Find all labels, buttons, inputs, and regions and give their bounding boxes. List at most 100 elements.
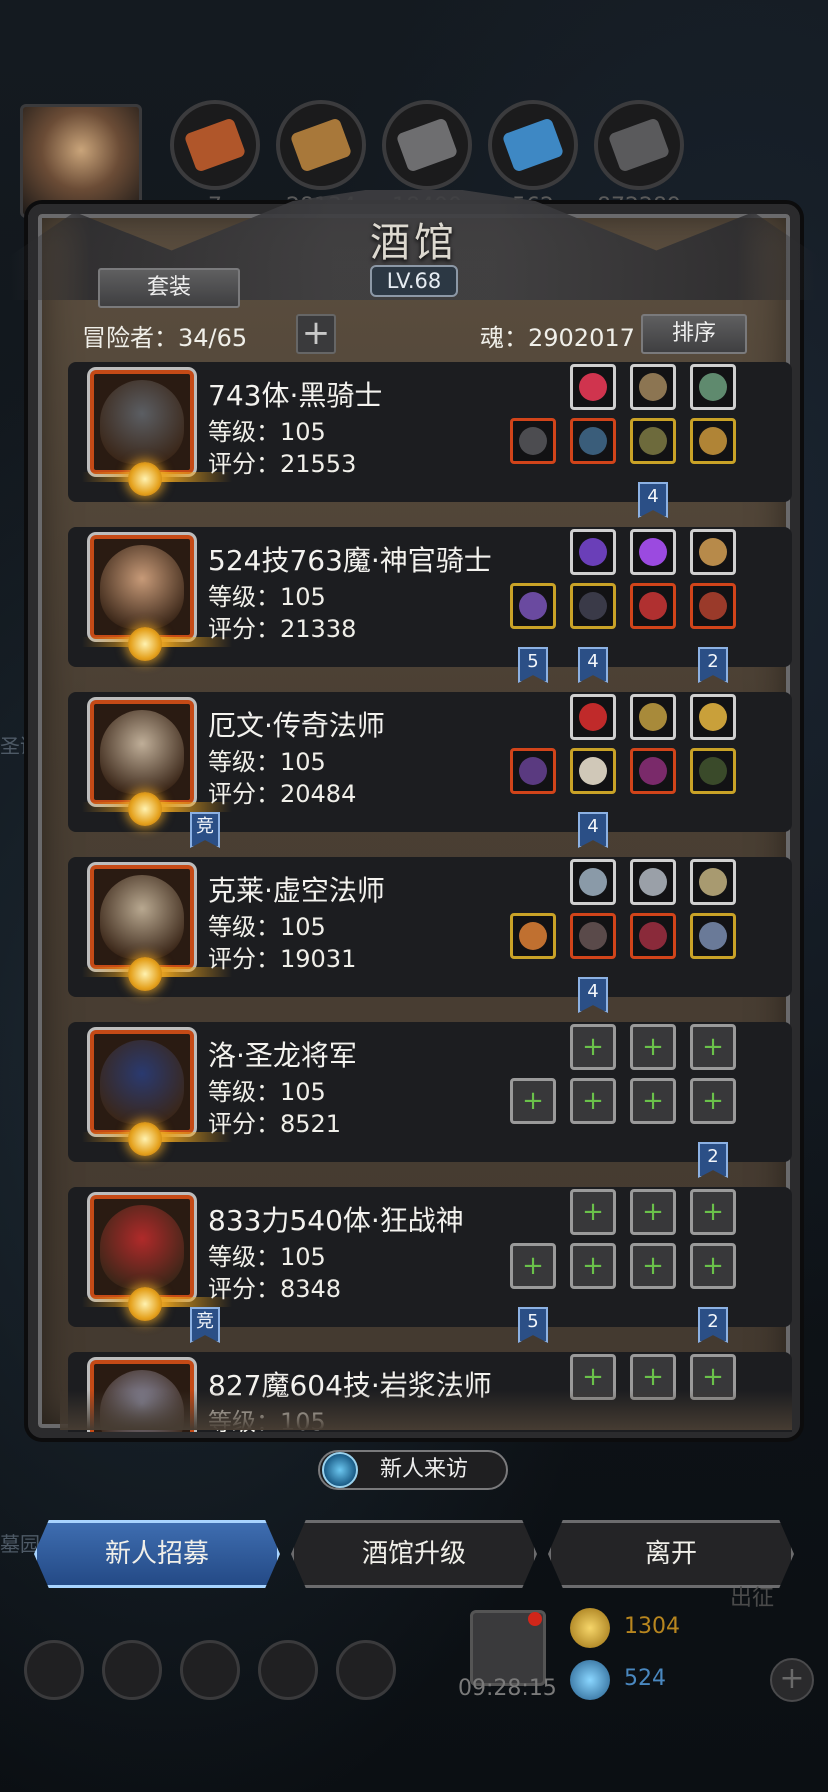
equipment-icon <box>699 373 727 401</box>
equipment-slot[interactable] <box>630 859 676 905</box>
star-badge-icon <box>128 462 162 496</box>
equipment-slot[interactable] <box>510 418 556 464</box>
equipment-slot[interactable]: + <box>570 1189 616 1235</box>
equipment-slot[interactable] <box>570 529 616 575</box>
equipment-slot[interactable] <box>690 913 736 959</box>
equipment-slot[interactable] <box>630 364 676 410</box>
hero-face-image <box>100 1040 184 1124</box>
hero-card[interactable]: 524技763魔·神官骑士 等级：105 评分：21338 <box>68 527 792 667</box>
equipment-icon <box>639 592 667 620</box>
equipment-slot[interactable] <box>690 364 736 410</box>
hero-face-image <box>100 875 184 959</box>
hero-level: 等级：105 <box>208 1243 326 1271</box>
equipment-slot[interactable] <box>570 859 616 905</box>
hero-portrait[interactable] <box>90 700 194 804</box>
equipment-slot[interactable] <box>570 913 616 959</box>
hero-portrait[interactable] <box>90 1195 194 1299</box>
meat-icon[interactable] <box>170 100 260 190</box>
equipment-slot[interactable] <box>570 583 616 629</box>
equipment-slot[interactable] <box>630 748 676 794</box>
suit-button[interactable]: 套装 <box>98 268 240 308</box>
equipment-slot[interactable] <box>630 418 676 464</box>
equipment-icon <box>579 373 607 401</box>
sort-button[interactable]: 排序 <box>641 314 747 354</box>
gem-icon <box>570 1660 610 1700</box>
hero-portrait[interactable] <box>90 865 194 969</box>
castle-icon[interactable] <box>180 1640 240 1700</box>
equipment-slot[interactable] <box>630 913 676 959</box>
equipment-slot[interactable] <box>570 694 616 740</box>
equipment-slot[interactable] <box>510 913 556 959</box>
adventurer-count: 冒险者：34/65 <box>82 324 248 352</box>
equipment-slot[interactable]: + <box>690 1189 736 1235</box>
crystal-icon[interactable] <box>488 100 578 190</box>
gold-value: 1304 <box>624 1614 680 1639</box>
panel-title: 酒馆 <box>370 220 458 266</box>
equipment-slot[interactable] <box>570 418 616 464</box>
wood-icon[interactable] <box>276 100 366 190</box>
equipment-slot[interactable]: + <box>570 1243 616 1289</box>
hero-card[interactable]: 克莱·虚空法师 等级：105 评分：19031 <box>68 857 792 997</box>
equipment-slot[interactable] <box>510 583 556 629</box>
upgrade-tavern-button[interactable]: 酒馆升级 <box>291 1520 537 1588</box>
mail-icon[interactable] <box>258 1640 318 1700</box>
equipment-slot[interactable]: + <box>630 1243 676 1289</box>
add-currency-button[interactable]: + <box>770 1658 814 1702</box>
equipment-icon <box>639 868 667 896</box>
iron-icon[interactable] <box>594 100 684 190</box>
player-avatar[interactable] <box>20 104 142 218</box>
hero-card[interactable]: 洛·圣龙将军 等级：105 评分：8521 + + + + + + + <box>68 1022 792 1162</box>
equipment-slot[interactable] <box>690 583 736 629</box>
star-badge-icon <box>128 792 162 826</box>
equipment-slot[interactable]: + <box>510 1243 556 1289</box>
equipment-slot[interactable] <box>690 859 736 905</box>
equipment-slot[interactable]: + <box>630 1189 676 1235</box>
equipment-slot[interactable] <box>570 364 616 410</box>
equipment-slot[interactable] <box>690 748 736 794</box>
equipment-slot[interactable] <box>630 583 676 629</box>
equipment-slot[interactable] <box>690 418 736 464</box>
equipment-slot[interactable] <box>510 748 556 794</box>
stone-icon[interactable] <box>382 100 472 190</box>
set-bonus-flag: 2 <box>698 1307 728 1343</box>
hero-portrait[interactable] <box>90 370 194 474</box>
hero-portrait[interactable] <box>90 1030 194 1134</box>
hero-list[interactable]: 743体·黑骑士 等级：105 评分：21553 4 524技763魔·神官骑士 等级：1… <box>60 362 792 1432</box>
crystal-icon-image <box>501 117 565 173</box>
equipment-icon <box>639 922 667 950</box>
refresh-icon <box>322 1452 358 1488</box>
hero-face-image <box>100 380 184 464</box>
equipment-icon <box>519 922 547 950</box>
equipment-slot[interactable]: + <box>630 1024 676 1070</box>
hero-card[interactable]: 743体·黑骑士 等级：105 评分：21553 <box>68 362 792 502</box>
hero-portrait[interactable] <box>90 535 194 639</box>
recruit-button[interactable]: 新人招募 <box>34 1520 280 1588</box>
set-bonus-flag: 4 <box>638 482 668 518</box>
add-slot-button[interactable]: + <box>296 314 336 354</box>
equipment-slot[interactable] <box>630 694 676 740</box>
equipment-slot[interactable]: + <box>570 1078 616 1124</box>
hero-card[interactable]: 厄文·传奇法师 等级：105 评分：20484 <box>68 692 792 832</box>
equipment-slot[interactable]: + <box>690 1024 736 1070</box>
equipment-slot[interactable]: + <box>570 1024 616 1070</box>
leave-button[interactable]: 离开 <box>548 1520 794 1588</box>
settings-icon[interactable] <box>24 1640 84 1700</box>
equipment-slot[interactable] <box>630 529 676 575</box>
equipment-slot[interactable]: + <box>690 1078 736 1124</box>
hero-score: 评分：21553 <box>208 450 357 478</box>
equipment-slot[interactable] <box>690 529 736 575</box>
star-badge-icon <box>128 627 162 661</box>
hero-card[interactable]: 833力540体·狂战神 等级：105 评分：8348 + + + + + + + <box>68 1187 792 1327</box>
equipment-slot[interactable]: + <box>690 1243 736 1289</box>
map-icon[interactable] <box>336 1640 396 1700</box>
equipment-icon <box>579 592 607 620</box>
wood-icon-image <box>289 117 353 173</box>
hero-icon[interactable] <box>102 1640 162 1700</box>
hero-level: 等级：105 <box>208 913 326 941</box>
equipment-icon <box>579 757 607 785</box>
equipment-slot[interactable] <box>690 694 736 740</box>
equipment-slot[interactable]: + <box>630 1078 676 1124</box>
equipment-slot[interactable] <box>570 748 616 794</box>
equipment-slot[interactable]: + <box>510 1078 556 1124</box>
hero-name: 833力540体·狂战神 <box>208 1204 464 1237</box>
